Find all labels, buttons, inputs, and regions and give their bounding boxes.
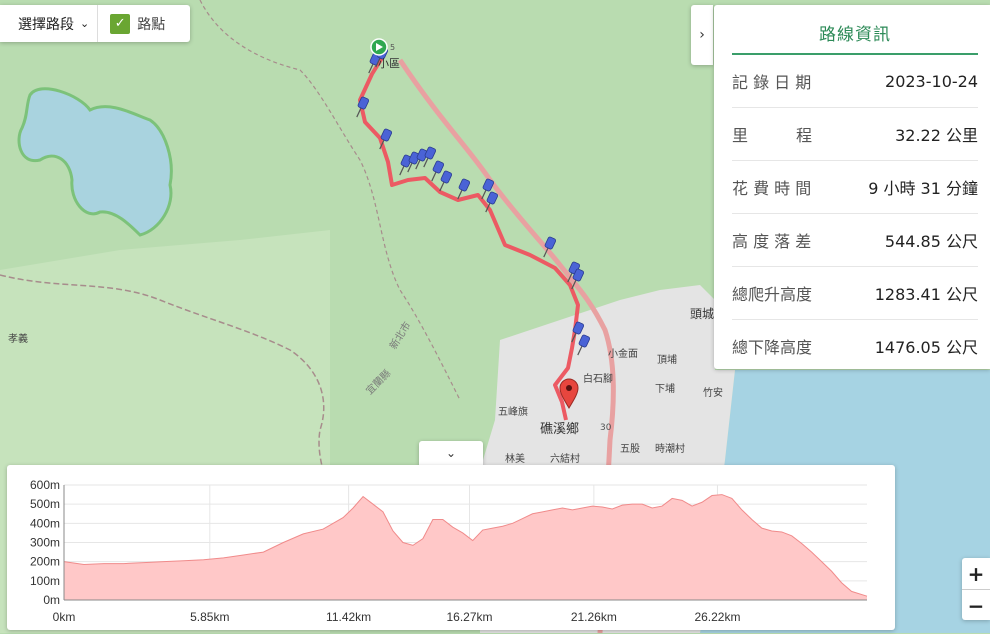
y-tick-label: 500m: [30, 497, 60, 511]
x-tick-label: 21.26km: [571, 610, 617, 624]
x-tick-label: 5.85km: [190, 610, 229, 624]
elevation-profile-panel: 0m 100m 200m 300m 400m 500m 600m 0km 5.85km 11.42…: [7, 465, 895, 630]
info-row-date: 記 錄 日 期 2023-10-24: [732, 55, 978, 108]
map-label-wugu: 五股: [620, 443, 640, 455]
map-label-baishijiao: 白石腳: [583, 372, 613, 385]
y-tick-label: 200m: [30, 555, 60, 569]
x-tick-label: 26.22km: [694, 610, 740, 624]
map-label-xiapu: 下埔: [655, 382, 675, 395]
x-tick-label: 0km: [53, 610, 76, 624]
elevation-chart[interactable]: 0m 100m 200m 300m 400m 500m 600m 0km 5.85km 11.42…: [7, 465, 895, 630]
start-flag-icon[interactable]: [370, 38, 388, 56]
elevation-area: [64, 494, 867, 600]
map-label-start-area: 小區: [378, 57, 400, 70]
chevron-down-icon: ⌄: [445, 446, 457, 460]
zoom-in-button[interactable]: +: [962, 558, 990, 590]
map-label-wufengqi: 五峰旗: [498, 405, 528, 418]
info-value: 544.85 公尺: [884, 232, 978, 251]
info-row-duration: 花 費 時 間 9 小時 31 分鐘: [732, 161, 978, 214]
map-label-shichaocun: 時潮村: [655, 442, 685, 455]
info-label: 花 費 時 間: [732, 179, 812, 198]
map-label-road30: 30: [600, 423, 612, 433]
info-row-total-descent: 總下降高度 1476.05 公尺: [732, 320, 978, 372]
y-tick-label: 400m: [30, 516, 60, 530]
waypoint-checkbox[interactable]: ✓: [110, 13, 131, 34]
zoom-control: + −: [962, 558, 990, 620]
map-label-road5: 5: [390, 43, 395, 52]
map-label-toucheng: 頭城: [690, 307, 714, 321]
info-row-elevation-range: 高 度 落 差 544.85 公尺: [732, 214, 978, 267]
chevron-right-icon: ›: [699, 27, 705, 43]
info-label: 里 程: [732, 126, 813, 145]
info-label: 高 度 落 差: [732, 232, 812, 251]
info-row-total-ascent: 總爬升高度 1283.41 公尺: [732, 267, 978, 320]
segment-control: 選擇路段 ⌄ ✓ 路點: [0, 5, 190, 42]
info-label: 記 錄 日 期: [732, 73, 812, 92]
panel-toggle-button[interactable]: ›: [691, 5, 713, 65]
waypoint-label: 路點: [137, 16, 166, 33]
map-label-xiaojinmian: 小金面: [608, 347, 638, 360]
select-segment-label: 選擇路段: [18, 16, 74, 33]
route-info-panel: 路線資訊 記 錄 日 期 2023-10-24 里 程 32.22 公里 花 費…: [714, 5, 990, 369]
info-label: 總爬升高度: [732, 285, 813, 304]
x-tick-label: 11.42km: [326, 610, 371, 624]
info-value: 1283.41 公尺: [874, 285, 978, 304]
info-value: 32.22 公里: [895, 126, 978, 145]
map-label-jiaoxi: 礁溪鄉: [540, 421, 579, 437]
chevron-down-icon: ⌄: [80, 17, 90, 30]
info-row-distance: 里 程 32.22 公里: [732, 108, 978, 161]
select-segment-dropdown[interactable]: 選擇路段 ⌄: [0, 5, 99, 42]
info-value: 1476.05 公尺: [874, 338, 978, 357]
map-label-zhuan: 竹安: [703, 386, 723, 399]
y-tick-label: 100m: [30, 574, 60, 588]
route-info-title: 路線資訊: [732, 20, 978, 55]
map-label-dingpu: 頂埔: [657, 353, 677, 366]
y-tick-label: 600m: [30, 478, 60, 492]
x-tick-label: 16.27km: [446, 610, 492, 624]
map-label-jianyi: 孝義: [8, 332, 28, 345]
info-value: 2023-10-24: [885, 71, 978, 91]
elevation-toggle-button[interactable]: ⌄: [419, 441, 483, 465]
y-tick-label: 0m: [43, 593, 60, 607]
y-tick-label: 300m: [30, 536, 60, 550]
info-value: 9 小時 31 分鐘: [868, 179, 978, 198]
info-label: 總下降高度: [732, 338, 813, 357]
map-label-liujiecun: 六結村: [550, 452, 580, 465]
map-label-linmei: 林美: [505, 452, 525, 465]
zoom-out-button[interactable]: −: [962, 590, 990, 621]
